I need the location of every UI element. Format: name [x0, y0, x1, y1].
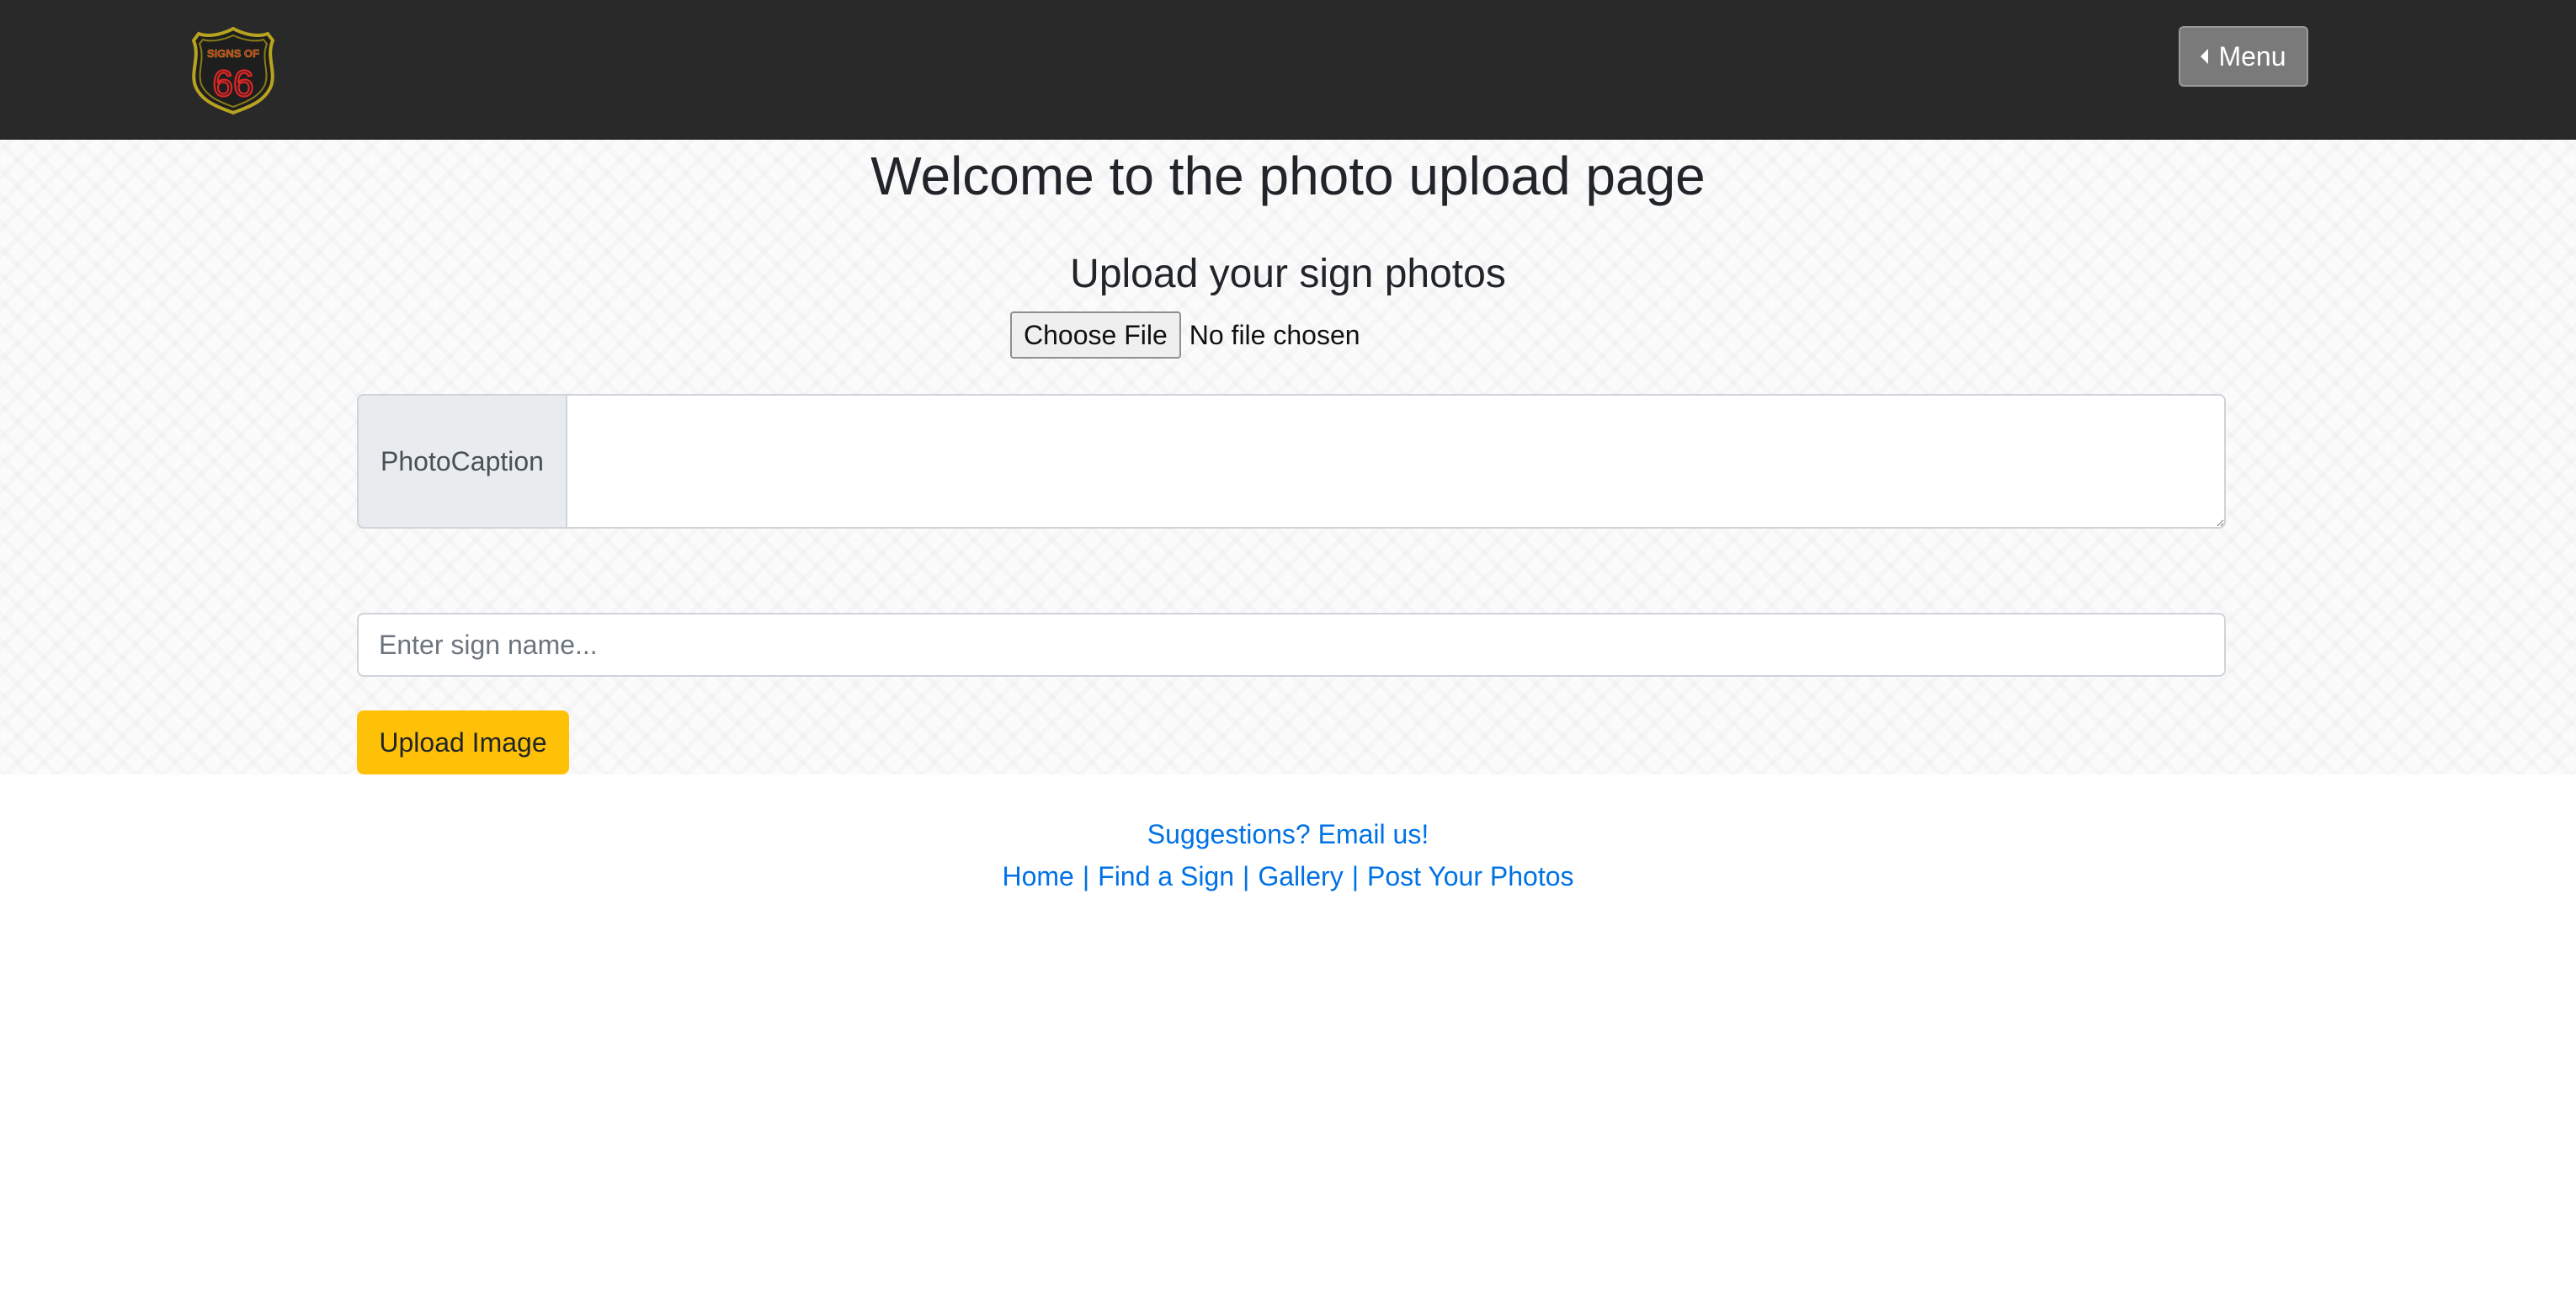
- footer-nav: Home | Find a Sign | Gallery | Post Your Photo…: [0, 855, 2576, 897]
- photo-caption-textarea[interactable]: [567, 394, 2226, 529]
- upload-section: Welcome to the photo upload page Upload …: [0, 140, 2576, 774]
- footer-link-find-a-sign[interactable]: Find a Sign: [1098, 861, 1234, 891]
- footer-separator: |: [1082, 861, 1090, 891]
- footer-separator: |: [1351, 861, 1359, 891]
- sign-name-input[interactable]: [357, 613, 2226, 677]
- file-status-text: No file chosen: [1189, 319, 1360, 350]
- logo-text-number: 66: [213, 63, 254, 104]
- route-66-shield-logo-icon: SIGNS OF 66: [191, 26, 275, 115]
- photo-caption-label: PhotoCaption: [357, 394, 567, 529]
- footer-link-gallery[interactable]: Gallery: [1258, 861, 1343, 891]
- caret-left-icon: [2201, 49, 2209, 64]
- top-navbar: SIGNS OF 66 Menu: [0, 0, 2576, 140]
- footer-link-post-your-photos[interactable]: Post Your Photos: [1367, 861, 1574, 891]
- site-logo-link[interactable]: SIGNS OF 66: [187, 24, 279, 116]
- menu-label: Menu: [2218, 40, 2286, 72]
- upload-image-button[interactable]: Upload Image: [357, 710, 569, 774]
- logo-text-top: SIGNS OF: [207, 47, 259, 60]
- footer-separator: |: [1243, 861, 1250, 891]
- footer: Suggestions? Email us! Home | Find a Sign |…: [0, 813, 2576, 897]
- upload-heading: Upload your sign photos: [1070, 252, 1506, 296]
- page-title: Welcome to the photo upload page: [870, 146, 1706, 206]
- footer-link-home[interactable]: Home: [1002, 861, 1073, 891]
- file-input[interactable]: Choose File No file chosen: [1010, 311, 1360, 359]
- suggestions-email-link[interactable]: Suggestions? Email us!: [1147, 819, 1429, 849]
- menu-toggle-button[interactable]: Menu: [2179, 26, 2308, 87]
- choose-file-button[interactable]: Choose File: [1010, 311, 1181, 359]
- photo-caption-group: PhotoCaption: [357, 394, 2226, 529]
